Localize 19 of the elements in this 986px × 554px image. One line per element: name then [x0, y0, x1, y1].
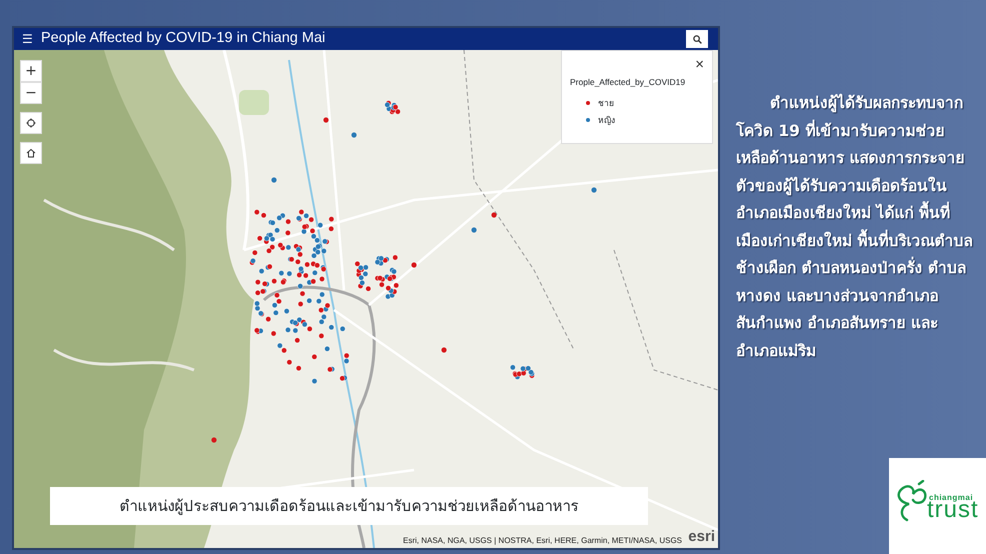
description-text: ตำแหน่งผู้ได้รับผลกระทบจากโควิด 19 ที่เข้ามารับความช่วยเหลือด้านอาหาร แสดงการกระจายตัวของผู้ได้รับความเดือดร้อนในอำเภอเมืองเชียงใหม่ ได้แก่ พื้นที่เมืองเก่าเชียงใหม่ พื้นที่บริเวณตำบลช้างเผือก ตำบลหนองป่าครั่ง ตำบลหางดง และบางส่วนจากอำเภอสันกำแพง อำเภอสันทราย และ อำเภอแม่ริม	[736, 92, 974, 362]
logo-text: chiangmai	[929, 492, 974, 502]
legend-title: Prople_Affected_by_COVID19	[570, 76, 686, 89]
esri-logo: esri	[688, 526, 715, 546]
close-button[interactable]: ×	[695, 57, 704, 72]
home-icon	[26, 148, 36, 158]
crosshair-icon	[26, 118, 36, 128]
legend-label: หญิง	[598, 114, 615, 126]
search-button[interactable]	[686, 30, 708, 48]
legend-label: ชาย	[598, 96, 614, 110]
menu-icon[interactable]: ☰	[22, 30, 33, 48]
map-attribution: Esri, NASA, NGA, USGS | NOSTRA, Esri, HERE, Garmin, METI/NASA, USGS	[402, 535, 682, 547]
map-caption: ตำแหน่งผู้ประสบความเดือดร้อนและเข้ามารับความช่วยเหลือด้านอาหาร	[120, 496, 578, 517]
locate-button[interactable]	[20, 112, 42, 134]
home-button[interactable]	[20, 142, 42, 164]
search-icon	[692, 34, 702, 44]
zoom-in-button[interactable]: +	[20, 60, 42, 82]
app-title: People Affected by COVID-19 in Chiang Mai	[41, 29, 326, 48]
zoom-out-button[interactable]: −	[20, 82, 42, 104]
